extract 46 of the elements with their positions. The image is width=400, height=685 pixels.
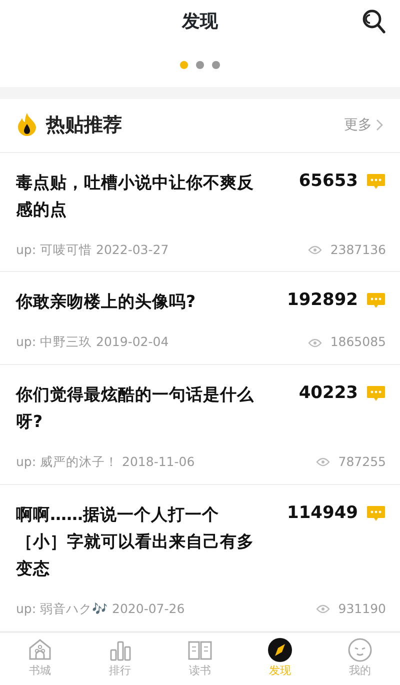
comment-icon: [366, 172, 386, 191]
tab-label: 发现: [269, 662, 291, 679]
eye-icon: [316, 457, 330, 468]
tab-label: 读书: [189, 662, 211, 679]
discover-icon: [267, 636, 293, 663]
tab-item[interactable]: 书城: [0, 632, 80, 685]
tab-label: 书城: [29, 662, 51, 679]
post-title[interactable]: 你们觉得最炫酷的一句话是什么呀?: [16, 381, 262, 436]
post-title[interactable]: 你敢亲吻楼上的头像吗?: [16, 288, 262, 316]
post-meta: up: 威严的沐子！ 2018-11-06: [16, 453, 195, 472]
view-count: 1865085: [330, 333, 386, 352]
page-title: 发现: [182, 10, 218, 34]
comment-icon: [366, 385, 386, 404]
me-icon: [347, 636, 373, 663]
tab-item[interactable]: 读书: [160, 632, 240, 685]
tab-label: 排行: [109, 662, 131, 679]
chevron-right-icon: [376, 119, 384, 132]
view-count: 787255: [338, 453, 386, 472]
carousel-dot[interactable]: [180, 61, 188, 70]
search-icon[interactable]: [362, 9, 386, 35]
post-title[interactable]: 啊啊……据说一个人打一个［小］字就可以看出来自己有多变态: [16, 500, 262, 582]
tab-item[interactable]: 排行: [80, 632, 160, 685]
carousel-dot[interactable]: [212, 61, 220, 70]
eye-icon: [316, 604, 330, 614]
post-title[interactable]: 毒点贴，吐槽小说中让你不爽反感的点: [16, 168, 262, 223]
tab-item[interactable]: 我的: [320, 632, 400, 685]
tab-item[interactable]: 发现: [240, 632, 320, 685]
flame-icon: [16, 112, 38, 138]
tab-label: 我的: [349, 662, 371, 679]
post-meta: up: 中野三玖 2019-02-04: [16, 333, 169, 352]
reply-count: 192892: [287, 289, 358, 312]
carousel-dot[interactable]: [196, 61, 204, 70]
home-icon: [27, 636, 53, 663]
comment-icon: [366, 504, 386, 523]
eye-icon: [308, 338, 322, 348]
view-count: 931190: [338, 600, 386, 618]
post-meta: up: 弱音ハク🎶 2020-07-26: [16, 600, 185, 618]
reply-count: 65653: [298, 170, 358, 193]
view-count: 2387136: [330, 240, 386, 259]
comment-icon: [366, 292, 386, 310]
reply-count: 40223: [298, 382, 358, 406]
reply-count: 114949: [287, 502, 358, 525]
post-meta: up: 可唛可惜 2022-03-27: [16, 240, 169, 259]
more-link[interactable]: 更多: [344, 114, 384, 136]
section-title: 热贴推荐: [46, 113, 122, 138]
eye-icon: [308, 244, 322, 255]
